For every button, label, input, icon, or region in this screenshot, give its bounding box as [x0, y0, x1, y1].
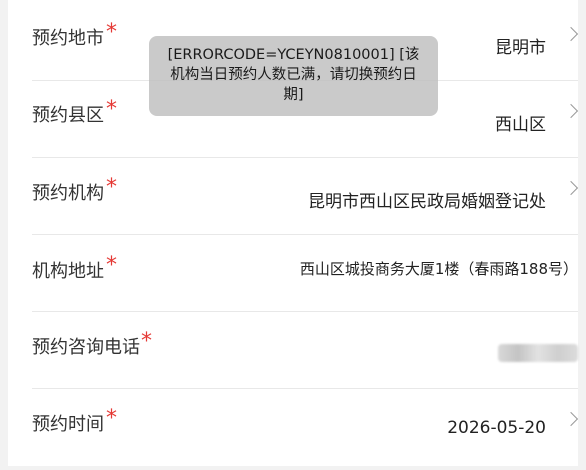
- form-row-institution[interactable]: 预约机构 * 昆明市西山区民政局婚姻登记处: [32, 157, 579, 235]
- district-value: 西山区: [495, 115, 546, 135]
- form-row-address: 机构地址 * 西山区城投商务大厦1楼（春雨路188号）: [32, 234, 578, 312]
- chevron-right-icon: [563, 26, 579, 42]
- form-row-date[interactable]: 预约时间 * 2026-05-20: [32, 388, 579, 466]
- required-star: *: [106, 253, 117, 278]
- required-star: *: [106, 175, 117, 200]
- chevron-right-icon: [563, 411, 579, 427]
- required-star: *: [106, 406, 117, 431]
- chevron-right-icon: [563, 180, 579, 196]
- required-star: *: [106, 97, 117, 122]
- required-star: *: [106, 20, 117, 45]
- error-toast: [ERRORCODE=YCEYN0810001] [该机构当日预约人数已满，请切…: [149, 36, 438, 116]
- address-value: 西山区城投商务大厦1楼（春雨路188号）: [299, 260, 578, 278]
- institution-label: 预约机构: [32, 183, 104, 204]
- date-label: 预约时间: [32, 414, 104, 435]
- city-value: 昆明市: [495, 38, 546, 58]
- phone-label: 预约咨询电话: [32, 337, 140, 358]
- institution-value: 昆明市西山区民政局婚姻登记处: [308, 192, 546, 212]
- date-value: 2026-05-20: [447, 418, 546, 438]
- city-label: 预约地市: [32, 28, 104, 49]
- form-row-phone: 预约咨询电话 *: [32, 311, 578, 389]
- address-label: 机构地址: [32, 261, 104, 282]
- phone-value-redacted: [498, 344, 578, 362]
- chevron-right-icon: [563, 103, 579, 119]
- required-star: *: [141, 329, 152, 354]
- district-label: 预约县区: [32, 105, 104, 126]
